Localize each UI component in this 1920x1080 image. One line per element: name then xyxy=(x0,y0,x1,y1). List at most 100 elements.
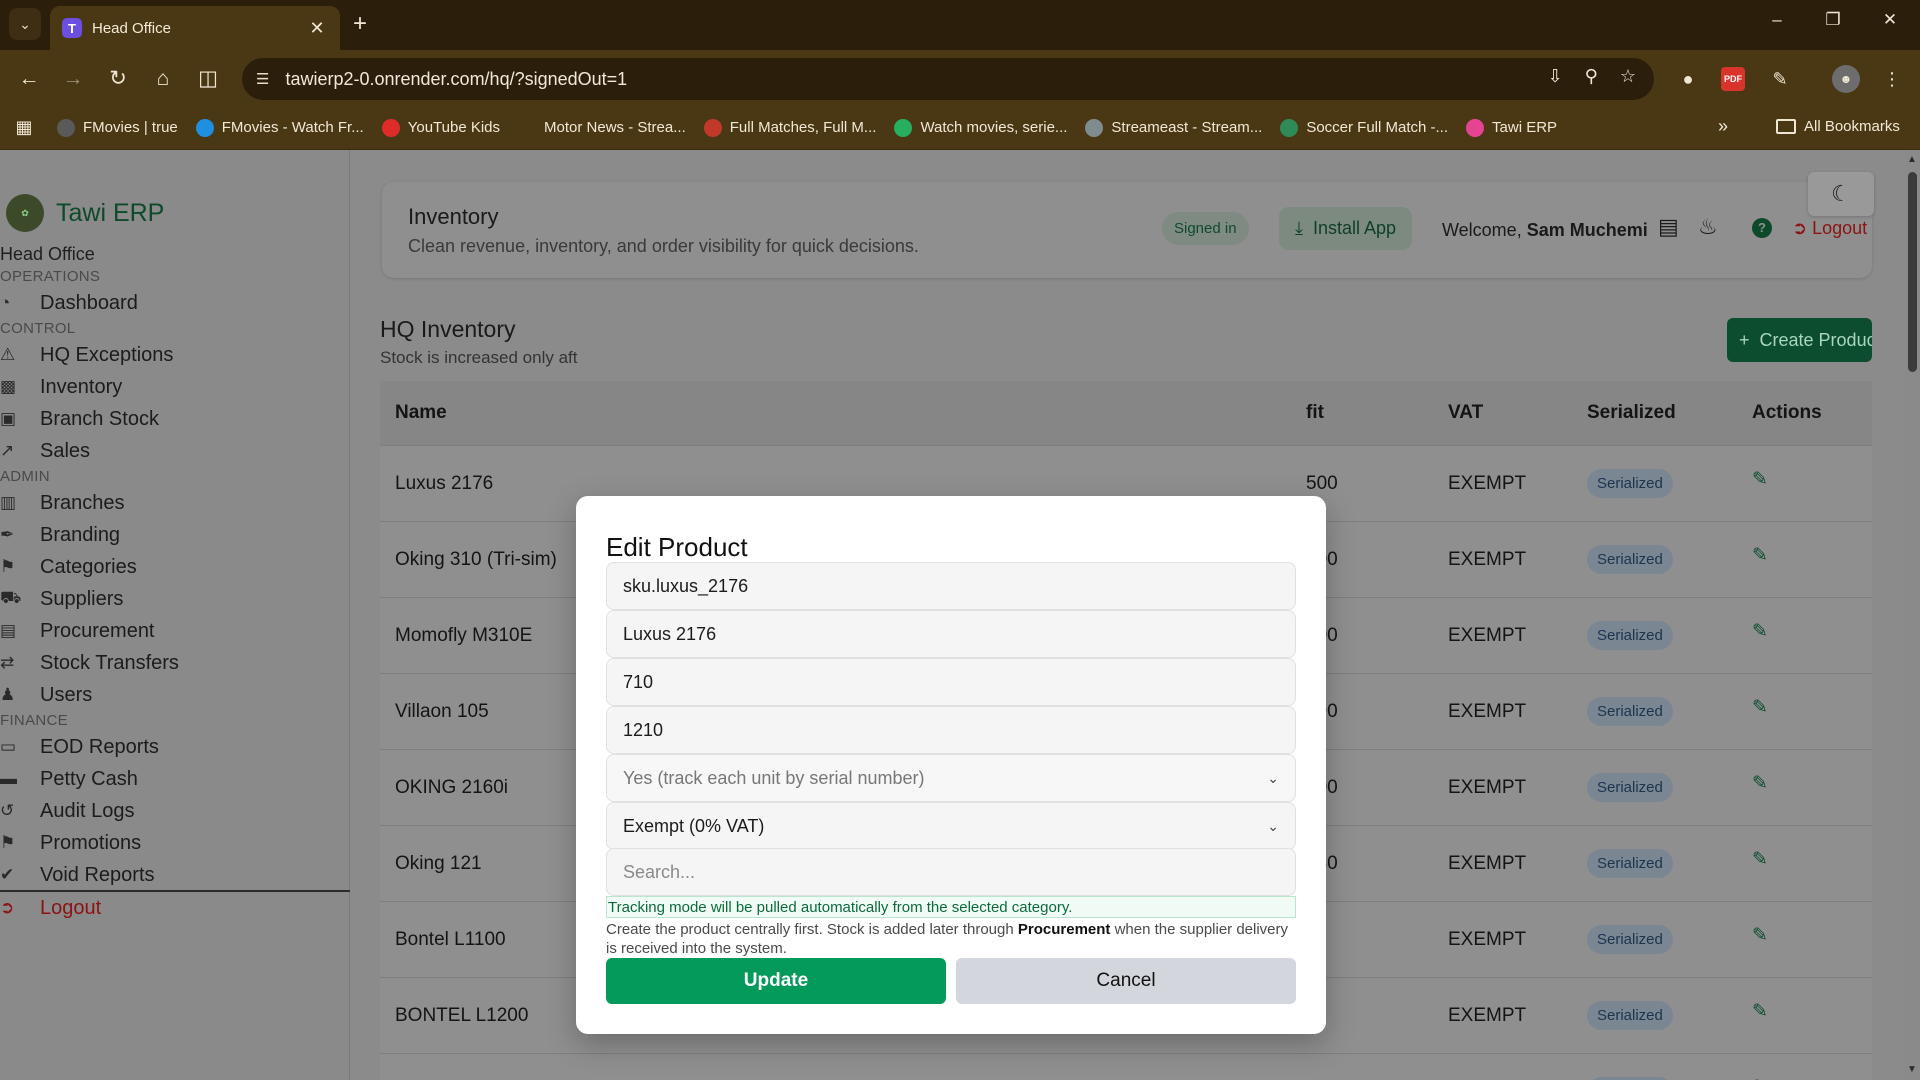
help-prefix: Create the product centrally first. Stoc… xyxy=(606,921,1014,938)
sidebar-item-stock-transfers[interactable]: ⇄ Stock Transfers xyxy=(0,648,179,678)
bookmark-item[interactable]: Soccer Full Match -... xyxy=(1271,118,1457,137)
sidebar-item-audit-logs[interactable]: ↺ Audit Logs xyxy=(0,796,135,826)
sidebar: ✿ Tawi ERP Head Office OPERATIONS ◔ Dashb… xyxy=(0,150,350,1080)
brand[interactable]: ✿ Tawi ERP xyxy=(6,194,164,232)
sidebar-item-hq-exceptions[interactable]: ⚠ HQ Exceptions xyxy=(0,340,173,370)
bookmark-star-icon[interactable]: ☆ xyxy=(1620,66,1636,87)
scroll-up-icon[interactable]: ▲ xyxy=(1907,154,1917,165)
update-button[interactable]: Update xyxy=(606,958,946,1004)
create-product-label: Create Product xyxy=(1759,329,1872,350)
sidebar-item-label: Petty Cash xyxy=(40,767,138,790)
tab-close-icon[interactable]: ✕ xyxy=(306,18,328,39)
apps-grid-icon[interactable]: ▦ xyxy=(0,117,48,138)
dark-mode-moon-icon[interactable]: ☾ xyxy=(1808,172,1874,216)
tab-title: Head Office xyxy=(92,19,171,37)
home-icon[interactable]: ⌂ xyxy=(148,64,178,94)
selling-price-input[interactable]: 1210 xyxy=(606,706,1296,754)
edit-icon[interactable]: ✎ xyxy=(1752,772,1768,795)
forward-arrow-icon[interactable]: → xyxy=(58,64,88,94)
sidebar-item-eod-reports[interactable]: ▭ EOD Reports xyxy=(0,732,159,762)
sidebar-item-procurement[interactable]: ▤ Procurement xyxy=(0,616,155,646)
tab-head-office[interactable]: T Head Office ✕ xyxy=(50,6,340,50)
all-bookmarks[interactable]: All Bookmarks xyxy=(1776,118,1900,135)
sidebar-item-petty-cash[interactable]: ▬ Petty Cash xyxy=(0,764,138,794)
sidebar-item-branch-stock[interactable]: ▣ Branch Stock xyxy=(0,404,159,434)
sku-input[interactable]: sku.luxus_2176 xyxy=(606,562,1296,610)
sidebar-item-categories[interactable]: ⚑ Categories xyxy=(0,552,137,582)
url-text[interactable]: tawierp2-0.onrender.com/hq/?signedOut=1 xyxy=(285,69,627,90)
tawi-favicon-icon: T xyxy=(62,18,82,38)
create-product-button[interactable]: + Create Product xyxy=(1727,318,1872,362)
user-name: Sam Muchemi xyxy=(1526,220,1648,240)
scroll-down-icon[interactable]: ▼ xyxy=(1907,1064,1917,1075)
address-bar[interactable]: ☰ tawierp2-0.onrender.com/hq/?signedOut=… xyxy=(242,58,1654,100)
minimize-icon[interactable]: – xyxy=(1762,10,1792,30)
sidebar-item-branding[interactable]: ✒ Branding xyxy=(0,520,120,550)
reload-icon[interactable]: ↻ xyxy=(103,64,133,94)
edit-icon[interactable]: ✎ xyxy=(1752,620,1768,643)
transfer-arrows-icon: ⇄ xyxy=(0,653,15,672)
browser-menu-icon[interactable]: ⋮ xyxy=(1877,64,1907,94)
bookmark-item[interactable]: Tawi ERP xyxy=(1457,118,1566,137)
more-bookmarks-icon[interactable]: » xyxy=(1718,116,1728,137)
cancel-button[interactable]: Cancel xyxy=(956,958,1296,1004)
restore-icon[interactable]: ❐ xyxy=(1818,10,1848,30)
sidebar-item-label: Inventory xyxy=(40,375,123,398)
sidebar-item-branches[interactable]: ▥ Branches xyxy=(0,488,125,518)
password-key-icon[interactable]: ⚲ xyxy=(1585,66,1598,87)
warehouse-icon: ▣ xyxy=(0,409,17,428)
edit-icon[interactable]: ✎ xyxy=(1752,848,1768,871)
bookmark-label: Soccer Full Match -... xyxy=(1306,119,1449,136)
product-name-input[interactable]: Luxus 2176 xyxy=(606,610,1296,658)
sidebar-item-label: Branches xyxy=(40,491,125,514)
tab-search-chevron-icon[interactable]: ⌄ xyxy=(9,8,41,40)
sidebar-item-logout[interactable]: ➲ Logout xyxy=(0,893,101,923)
edit-icon[interactable]: ✎ xyxy=(1752,1076,1768,1080)
serialized-select[interactable]: Yes (track each unit by serial number) ⌄ xyxy=(606,754,1296,802)
vat-select[interactable]: Exempt (0% VAT) ⌄ xyxy=(606,802,1296,850)
bookmark-item[interactable]: Streameast - Stream... xyxy=(1076,118,1271,137)
reports-book-icon[interactable]: ▤ xyxy=(1658,214,1679,240)
bookmark-item[interactable]: FMovies - Watch Fr... xyxy=(187,118,373,137)
split-view-icon[interactable]: ◫ xyxy=(193,64,223,94)
bookmark-label: Full Matches, Full M... xyxy=(729,119,877,136)
header-logout-button[interactable]: ➲ Logout xyxy=(1792,218,1867,239)
back-arrow-icon[interactable]: ← xyxy=(14,64,44,94)
sign-out-icon: ➲ xyxy=(0,898,15,917)
sidebar-item-dashboard[interactable]: ◔ Dashboard xyxy=(0,288,138,318)
install-page-icon[interactable]: ⇩ xyxy=(1548,66,1563,87)
sidebar-item-sales[interactable]: ↗ Sales xyxy=(0,436,90,466)
scrollbar-thumb[interactable] xyxy=(1908,172,1917,372)
extensions-puzzle-icon[interactable]: ✎ xyxy=(1765,64,1795,94)
profile-avatar-icon[interactable]: ☻ xyxy=(1832,65,1860,93)
sidebar-item-promotions[interactable]: ⚑ Promotions xyxy=(0,828,141,858)
extension-color-icon[interactable]: ● xyxy=(1673,64,1703,94)
bookmark-favicon-icon xyxy=(195,118,214,137)
bookmark-item[interactable]: Watch movies, serie... xyxy=(885,118,1076,137)
sidebar-item-void-reports[interactable]: ✔ Void Reports xyxy=(0,860,155,890)
help-question-icon[interactable]: ? xyxy=(1752,218,1772,238)
cost-price-input[interactable]: 710 xyxy=(606,658,1296,706)
install-app-button[interactable]: ⤓ Install App xyxy=(1279,207,1413,250)
category-search-input[interactable]: Search... xyxy=(606,848,1296,896)
sidebar-item-users[interactable]: ♟ Users xyxy=(0,680,92,710)
edit-icon[interactable]: ✎ xyxy=(1752,696,1768,719)
bookmark-label: Tawi ERP xyxy=(1492,119,1558,136)
pdf-extension-icon[interactable]: PDF xyxy=(1721,67,1745,91)
edit-icon[interactable]: ✎ xyxy=(1752,468,1768,491)
notification-bell-icon[interactable]: ♨ xyxy=(1698,214,1718,240)
bookmark-item[interactable]: FMovies | true xyxy=(48,118,187,137)
edit-icon[interactable]: ✎ xyxy=(1752,924,1768,947)
page-scrollbar[interactable]: ▲ ▼ xyxy=(1905,150,1920,1080)
edit-icon[interactable]: ✎ xyxy=(1752,544,1768,567)
sidebar-item-inventory[interactable]: ▩ Inventory xyxy=(0,372,122,402)
sidebar-item-label: Void Reports xyxy=(40,863,155,886)
new-tab-plus-icon[interactable]: + xyxy=(353,11,367,37)
bookmark-item[interactable]: YouTube Kids xyxy=(373,118,509,137)
site-settings-icon[interactable]: ☰ xyxy=(256,70,269,88)
bookmark-item[interactable]: Motor News - Strea... xyxy=(509,118,695,137)
edit-icon[interactable]: ✎ xyxy=(1752,1000,1768,1023)
window-close-icon[interactable]: ✕ xyxy=(1875,10,1905,30)
sidebar-item-suppliers[interactable]: ⛟ Suppliers xyxy=(0,584,123,614)
bookmark-item[interactable]: Full Matches, Full M... xyxy=(695,118,886,137)
